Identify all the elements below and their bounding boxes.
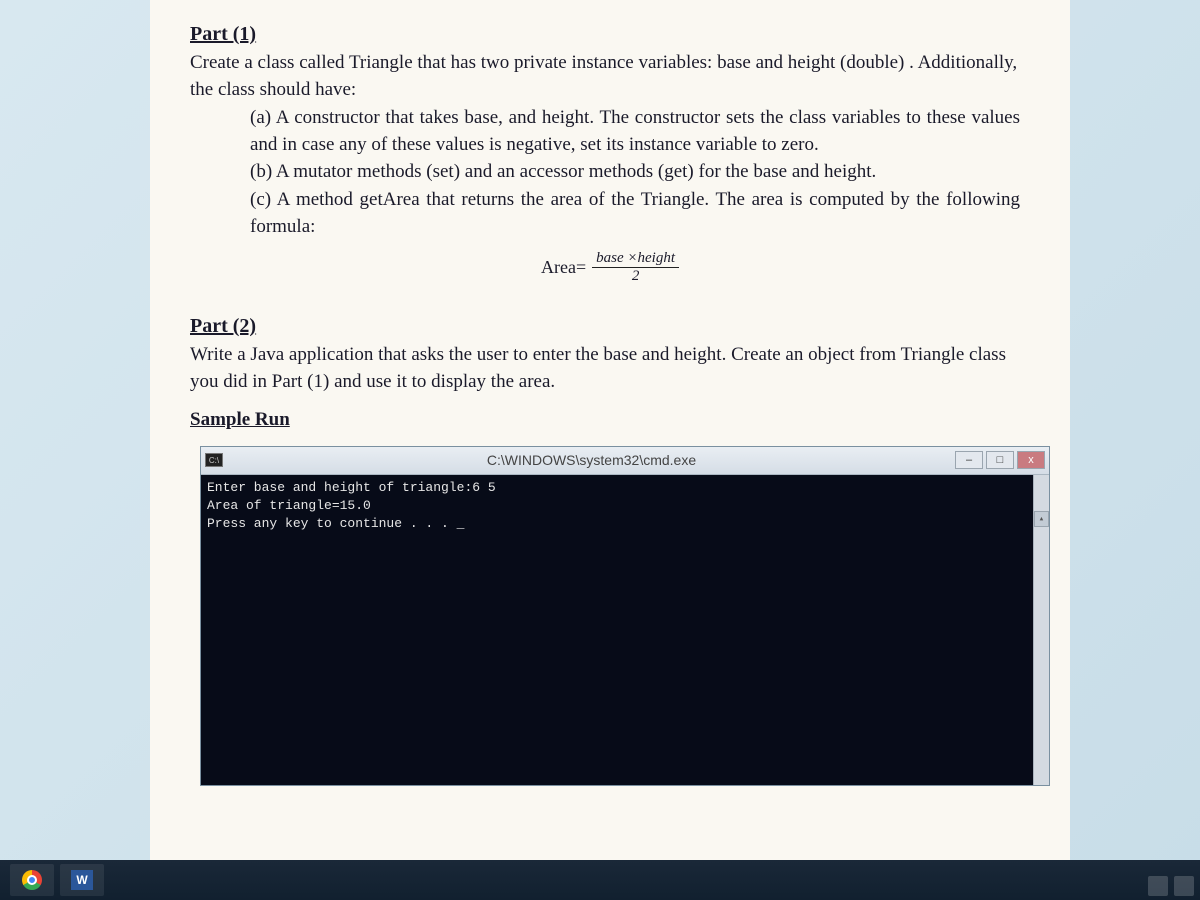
part1-item-b: (b) A mutator methods (set) and an acces… — [250, 159, 1020, 186]
cmd-window: C:\ C:\WINDOWS\system32\cmd.exe – □ x En… — [200, 446, 1050, 786]
area-formula: Area= base ×height 2 — [190, 250, 1030, 284]
scroll-up-icon[interactable]: ▴ — [1034, 511, 1049, 527]
document-page: Part (1) Create a class called Triangle … — [150, 0, 1070, 860]
part2-text: Write a Java application that asks the u… — [190, 342, 1030, 395]
part1-heading: Part (1) — [190, 20, 1030, 48]
cmd-titlebar[interactable]: C:\ C:\WINDOWS\system32\cmd.exe – □ x — [201, 447, 1049, 475]
sample-run-heading: Sample Run — [190, 407, 1030, 434]
cmd-scrollbar[interactable]: ▴ — [1033, 475, 1049, 785]
cmd-output: Enter base and height of triangle:6 5 Ar… — [201, 475, 1049, 785]
tray-icon[interactable] — [1148, 876, 1168, 896]
cmd-title: C:\WINDOWS\system32\cmd.exe — [231, 451, 952, 471]
taskbar-word[interactable]: W — [60, 864, 104, 896]
part1-intro: Create a class called Triangle that has … — [190, 50, 1030, 103]
part1-item-a: (a) A constructor that takes base, and h… — [250, 105, 1020, 158]
tray-icon[interactable] — [1174, 876, 1194, 896]
cmd-icon: C:\ — [205, 453, 223, 467]
close-button[interactable]: x — [1017, 451, 1045, 469]
formula-fraction: base ×height 2 — [592, 250, 679, 284]
maximize-button[interactable]: □ — [986, 451, 1014, 469]
part2-heading: Part (2) — [190, 312, 1030, 340]
taskbar-chrome[interactable] — [10, 864, 54, 896]
minimize-button[interactable]: – — [955, 451, 983, 469]
taskbar[interactable]: W — [0, 860, 1200, 900]
formula-numerator: base ×height — [592, 250, 679, 268]
part1-sublist: (a) A constructor that takes base, and h… — [250, 105, 1020, 240]
part1-item-c: (c) A method getArea that returns the ar… — [250, 187, 1020, 240]
formula-denominator: 2 — [628, 268, 644, 285]
chrome-icon — [22, 870, 42, 890]
word-icon: W — [71, 870, 93, 890]
formula-lhs: Area= — [541, 255, 586, 280]
system-tray[interactable] — [1148, 876, 1194, 896]
